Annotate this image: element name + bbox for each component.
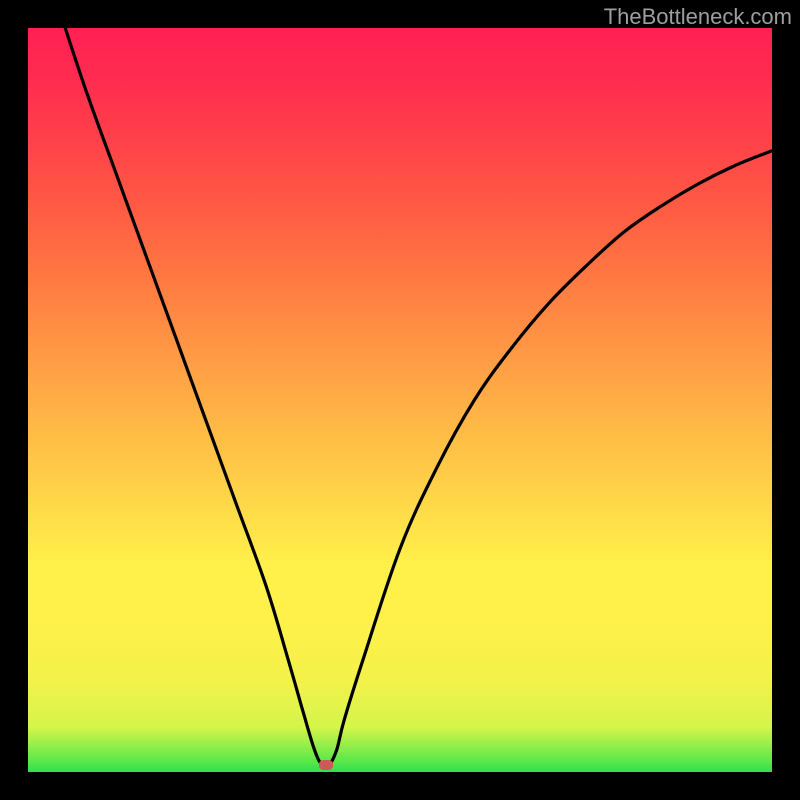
watermark-text: TheBottleneck.com xyxy=(604,4,792,30)
chart-container: TheBottleneck.com xyxy=(0,0,800,800)
plot-area xyxy=(28,28,772,772)
minimum-marker xyxy=(319,760,333,770)
bottleneck-curve xyxy=(28,28,772,772)
